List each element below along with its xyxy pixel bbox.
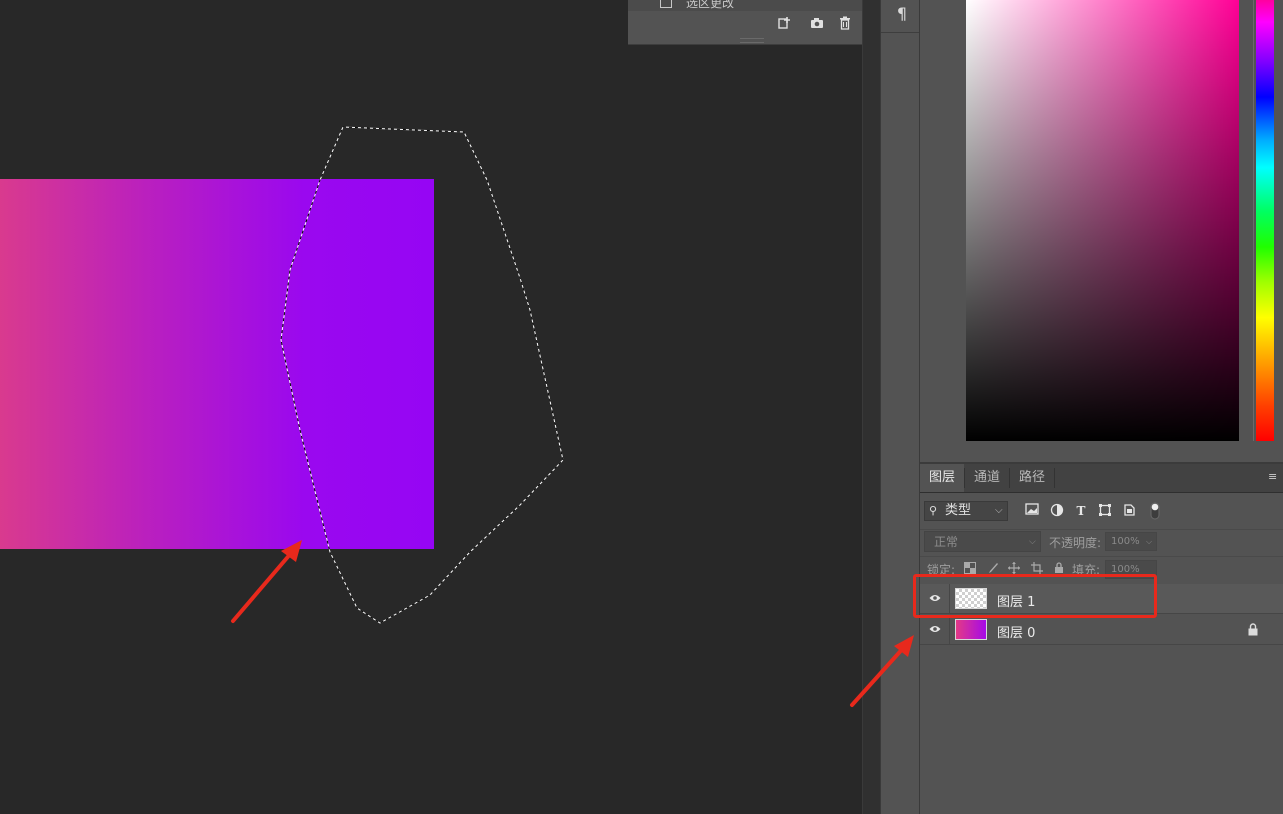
visibility-toggle[interactable] [920,615,950,645]
layer-filter-row: ⚲ 类型 ⌵ T [920,493,1283,529]
adjustment-filter-icon[interactable] [1049,503,1065,519]
hue-slider[interactable] [1256,0,1274,441]
opacity-field[interactable]: 100% ⌵ [1105,532,1157,551]
blend-mode-select[interactable]: 正常 ⌵ [924,531,1041,552]
dock-divider [881,32,919,33]
new-document-from-state-icon[interactable] [776,15,794,31]
tab-layers[interactable]: 图层 [920,464,965,492]
eye-icon [929,626,941,632]
panel-menu-icon[interactable]: ≡ [1268,471,1282,484]
type-filter-icon[interactable]: T [1073,503,1089,519]
smart-object-filter-icon[interactable] [1121,503,1137,519]
lock-transparency-icon[interactable] [964,562,976,574]
tab-paths[interactable]: 路径 [1010,464,1054,492]
lasso-selection-marquee [280,126,564,624]
snapshot-icon[interactable] [809,15,827,31]
color-picker-field[interactable] [966,0,1239,441]
image-filter-icon[interactable] [1024,503,1040,519]
history-state-label: 选区更改 [686,0,735,10]
lock-image-pixels-icon[interactable] [987,562,999,574]
paragraph-panel-icon[interactable]: ¶ [893,4,911,24]
layers-list: 图层 1 图层 0 [920,584,1283,814]
lock-artboard-icon[interactable] [1031,562,1043,574]
lock-icon[interactable] [1247,623,1259,636]
layer-row-layer-0[interactable]: 图层 0 [920,615,1283,645]
layers-panel-tabs: 图层 通道 路径 ≡ [920,464,1283,493]
lock-position-icon[interactable] [1008,562,1020,574]
blend-opacity-row: 正常 ⌵ 不透明度: 100% ⌵ [920,529,1283,556]
right-panel-group: 图层 通道 路径 ≡ ⚲ 类型 ⌵ T 正常 ⌵ 不透明度: 100% ⌵ 锁定… [920,0,1283,814]
history-toolbar [628,11,880,35]
chevron-down-icon: ⌵ [1146,537,1153,546]
annotation-highlight-box [913,574,1157,618]
opacity-label: 不透明度: [1049,536,1102,550]
filter-toggle-icon[interactable] [1150,502,1160,520]
opacity-value: 100% [1111,536,1140,547]
filter-kind-label: 类型 [945,503,972,518]
layer-filter-kind-select[interactable]: ⚲ 类型 ⌵ [924,501,1008,521]
trash-icon[interactable] [837,15,855,31]
hue-slider-track [1253,0,1254,441]
canvas-vertical-scrollbar[interactable] [862,0,881,814]
history-state-icon [660,0,672,8]
chevron-down-icon: ⌵ [995,505,1003,516]
blend-mode-value: 正常 [934,535,959,549]
document-canvas[interactable] [0,0,862,814]
layer-thumbnail [955,619,987,640]
chevron-down-icon: ⌵ [1029,537,1036,547]
lock-all-icon[interactable] [1053,562,1065,574]
search-icon: ⚲ [929,504,938,517]
tab-divider [1054,468,1055,488]
layer-name[interactable]: 图层 0 [997,622,1035,641]
shape-filter-icon[interactable] [1097,503,1113,519]
history-panel: 选区更改 ⌵ [628,0,880,45]
panel-resize-grip[interactable] [740,38,764,43]
collapsed-panel-dock: ¶ [880,0,920,814]
tab-channels[interactable]: 通道 [965,464,1009,492]
